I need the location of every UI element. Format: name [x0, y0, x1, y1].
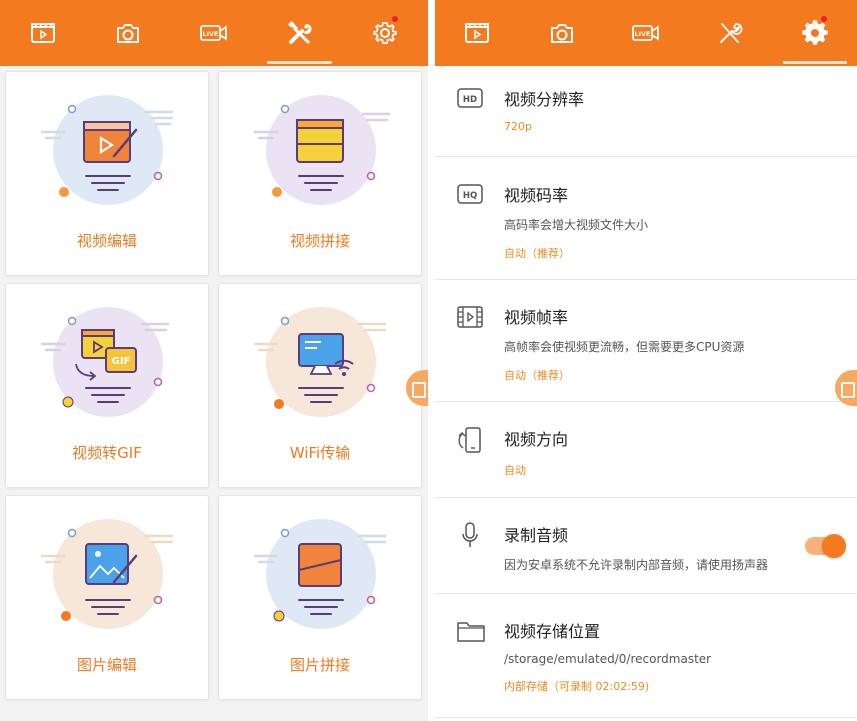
video-to-gif-icon: GIF [40, 307, 170, 417]
tools-panel: LIVE 视频编辑 视频拼接 GIF 视频转GIF WiFi传输 图片编辑 图片… [0, 0, 428, 721]
hd-icon: HD [457, 88, 483, 108]
setting-value: 720p [504, 120, 532, 133]
camera-icon [550, 24, 573, 43]
live-icon: LIVE [200, 25, 227, 41]
video-clapper-icon [30, 23, 55, 43]
setting-description: 高码率会增大视频文件大小 [504, 218, 649, 232]
tool-card-image-merge[interactable]: 图片拼接 [218, 495, 422, 700]
setting-title: 视频码率 [504, 186, 569, 205]
image-merge-icon [253, 519, 387, 629]
svg-text:LIVE: LIVE [635, 30, 651, 38]
setting-description: 高帧率会使视频更流畅，但需要更多CPU资源 [504, 340, 745, 354]
tab-screenshots[interactable] [86, 0, 172, 66]
top-tab-bar: LIVE [0, 0, 428, 66]
image-edit-icon [40, 519, 174, 629]
setting-orientation[interactable]: 视频方向 自动 [435, 402, 857, 498]
settings-panel: LIVE HD 视频分辨率 720p HQ 视频码率 高码率会增大视频文件大小 … [435, 0, 857, 721]
setting-title: 录制音频 [504, 526, 569, 545]
tool-label: 视频编辑 [76, 232, 137, 250]
setting-resolution[interactable]: HD 视频分辨率 720p [435, 66, 857, 157]
tool-card-wifi-transfer[interactable]: WiFi传输 [218, 283, 422, 488]
setting-description: /storage/emulated/0/recordmaster [504, 652, 712, 666]
tab-live[interactable]: LIVE [604, 0, 688, 66]
tool-card-video-to-gif[interactable]: GIF 视频转GIF [5, 283, 209, 488]
setting-title: 视频存储位置 [504, 622, 601, 641]
tool-label: 图片编辑 [76, 656, 137, 674]
setting-value: 自动（推荐） [504, 247, 570, 260]
panel-separator [428, 0, 435, 721]
setting-title: 视频分辨率 [504, 90, 585, 109]
setting-description: 因为安卓系统不允许录制内部音频，请使用扬声器 [504, 558, 769, 572]
record-audio-toggle[interactable] [805, 534, 846, 558]
live-icon: LIVE [632, 25, 659, 41]
tab-screenshots[interactable] [519, 0, 603, 66]
svg-text:LIVE: LIVE [202, 30, 218, 38]
tab-videos[interactable] [0, 0, 86, 66]
tool-label: 视频转GIF [72, 444, 142, 462]
setting-record-audio[interactable]: 录制音频 因为安卓系统不允许录制内部音频，请使用扬声器 [435, 498, 857, 594]
tools-icon [287, 21, 312, 44]
tab-videos[interactable] [435, 0, 519, 66]
tool-card-video-merge[interactable]: 视频拼接 [218, 71, 422, 276]
tab-settings[interactable] [342, 0, 428, 66]
camera-icon [117, 24, 140, 43]
notification-dot [820, 16, 827, 22]
setting-storage-location[interactable]: 视频存储位置 /storage/emulated/0/recordmaster … [435, 594, 857, 718]
hq-icon: HQ [457, 184, 483, 204]
svg-text:HQ: HQ [463, 191, 477, 201]
tab-tools[interactable] [257, 0, 343, 66]
tool-label: 图片拼接 [289, 656, 350, 674]
tab-tools[interactable] [688, 0, 772, 66]
top-tab-bar: LIVE [435, 0, 857, 66]
tab-live[interactable]: LIVE [171, 0, 257, 66]
settings-gear-icon [373, 22, 398, 44]
tools-icon [720, 23, 743, 43]
setting-value: 自动 [504, 464, 526, 477]
setting-bitrate[interactable]: HQ 视频码率 高码率会增大视频文件大小 自动（推荐） [435, 157, 857, 280]
tool-card-image-edit[interactable]: 图片编辑 [5, 495, 209, 700]
setting-value: 内部存储（可录制 02:02:59) [504, 680, 650, 693]
wifi-transfer-icon [253, 307, 387, 417]
setting-value: 自动（推荐） [504, 369, 570, 382]
tools-grid: 视频编辑 视频拼接 GIF 视频转GIF WiFi传输 图片编辑 图片拼接 [5, 71, 423, 700]
folder-icon [457, 622, 485, 642]
settings-list: HD 视频分辨率 720p HQ 视频码率 高码率会增大视频文件大小 自动（推荐… [435, 66, 857, 718]
video-clapper-icon [465, 23, 490, 43]
settings-gear-icon [802, 20, 828, 45]
tab-settings[interactable] [773, 0, 857, 66]
screen-rotation-icon [458, 427, 481, 453]
tool-card-video-edit[interactable]: 视频编辑 [5, 71, 209, 276]
video-merge-icon [253, 95, 391, 205]
microphone-icon [462, 522, 478, 547]
tool-label: 视频拼接 [289, 232, 350, 250]
setting-title: 视频帧率 [504, 308, 569, 327]
tool-label: WiFi传输 [289, 444, 351, 462]
setting-framerate[interactable]: 视频帧率 高帧率会使视频更流畅，但需要更多CPU资源 自动（推荐） [435, 280, 857, 402]
setting-title: 视频方向 [504, 430, 569, 449]
video-edit-icon [40, 95, 174, 205]
film-frames-icon [457, 306, 483, 328]
svg-text:GIF: GIF [112, 356, 131, 367]
svg-text:HD: HD [463, 95, 477, 105]
